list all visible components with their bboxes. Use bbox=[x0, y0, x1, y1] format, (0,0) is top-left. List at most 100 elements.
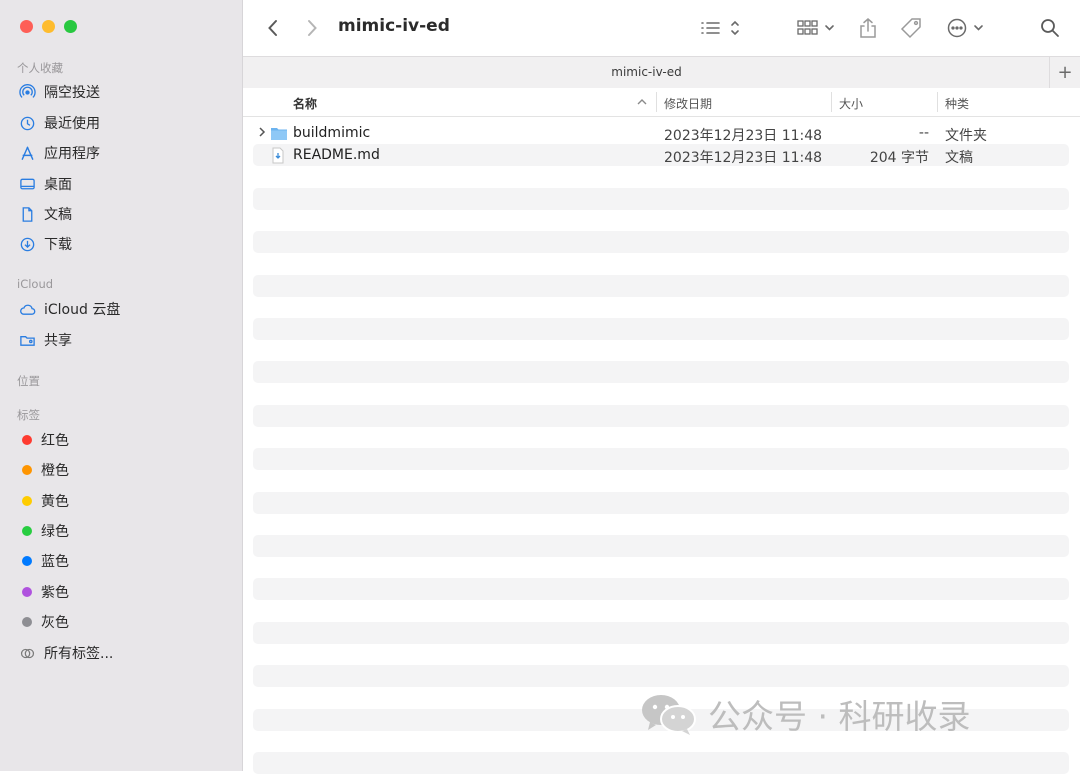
file-date: 2023年12月23日 11:48 bbox=[664, 128, 823, 144]
window-title: mimic-iv-ed bbox=[338, 16, 450, 36]
file-size: 204 字节 bbox=[869, 150, 929, 166]
shared-folder-icon bbox=[18, 331, 36, 349]
sidebar-item-label: 共享 bbox=[44, 333, 72, 349]
sidebar-item-icloud-drive[interactable]: iCloud 云盘 bbox=[18, 296, 120, 322]
yellow-tag-dot-icon bbox=[22, 496, 32, 506]
empty-row-stripe bbox=[253, 231, 1069, 253]
column-header-date[interactable]: 修改日期 bbox=[664, 95, 712, 112]
search-button[interactable] bbox=[1038, 14, 1062, 42]
document-icon bbox=[18, 205, 36, 223]
sort-ascending-chevron-icon bbox=[637, 99, 647, 105]
empty-row-stripe bbox=[253, 665, 1069, 687]
wechat-icon bbox=[642, 695, 696, 735]
sidebar: 个人收藏 隔空投送 最近使用 应用程序 桌面 文稿 下载 iCloud iClo… bbox=[0, 0, 243, 771]
file-size: -- bbox=[918, 125, 929, 141]
sidebar-item-label: 应用程序 bbox=[44, 146, 100, 162]
table-row[interactable]: buildmimic 2023年12月23日 11:48 -- 文件夹 bbox=[253, 122, 1069, 144]
all-tags-icon bbox=[18, 644, 36, 662]
sidebar-item-label: 灰色 bbox=[41, 615, 69, 631]
table-row[interactable]: README.md 2023年12月23日 11:48 204 字节 文稿 bbox=[253, 144, 1069, 166]
ellipsis-circle-icon bbox=[947, 18, 983, 38]
favorites-header: 个人收藏 bbox=[17, 61, 63, 75]
empty-row-stripe bbox=[253, 622, 1069, 644]
new-tab-button[interactable]: + bbox=[1049, 57, 1080, 88]
empty-row-stripe bbox=[253, 405, 1069, 427]
group-button[interactable] bbox=[796, 14, 838, 42]
empty-row-stripe bbox=[253, 578, 1069, 600]
sidebar-all-tags[interactable]: 所有标签... bbox=[18, 640, 113, 666]
sidebar-item-label: 紫色 bbox=[41, 585, 69, 601]
sidebar-tag-red[interactable]: 红色 bbox=[18, 427, 69, 453]
sidebar-item-label: 所有标签... bbox=[44, 646, 114, 662]
column-separator[interactable] bbox=[937, 92, 938, 112]
gray-tag-dot-icon bbox=[22, 617, 32, 627]
tag-button[interactable] bbox=[898, 14, 924, 42]
sidebar-tag-orange[interactable]: 橙色 bbox=[18, 457, 69, 483]
column-header-size[interactable]: 大小 bbox=[839, 95, 863, 112]
sidebar-tag-green[interactable]: 绿色 bbox=[18, 518, 69, 544]
tab-bar: mimic-iv-ed + bbox=[243, 56, 1080, 89]
file-name: buildmimic bbox=[293, 125, 371, 141]
grid-group-icon bbox=[797, 20, 834, 35]
watermark-text: 公众号 · 科研收录 bbox=[708, 697, 971, 736]
sidebar-item-applications[interactable]: 应用程序 bbox=[18, 140, 100, 166]
minimize-window-button[interactable] bbox=[42, 20, 55, 33]
empty-row-stripe bbox=[253, 361, 1069, 383]
column-separator[interactable] bbox=[831, 92, 832, 112]
sidebar-item-documents[interactable]: 文稿 bbox=[18, 201, 72, 227]
sidebar-item-shared[interactable]: 共享 bbox=[18, 327, 72, 353]
tab-mimic-iv-ed[interactable]: mimic-iv-ed bbox=[243, 65, 1050, 79]
empty-row-stripe bbox=[253, 188, 1069, 210]
empty-row-stripe bbox=[253, 448, 1069, 470]
orange-tag-dot-icon bbox=[22, 465, 32, 475]
file-name: README.md bbox=[293, 147, 380, 163]
sidebar-item-downloads[interactable]: 下载 bbox=[18, 231, 72, 257]
chevron-right-icon bbox=[308, 20, 317, 36]
tags-header: 标签 bbox=[17, 408, 40, 422]
empty-row-stripe bbox=[253, 492, 1069, 514]
view-list-button[interactable] bbox=[698, 14, 742, 42]
sidebar-item-airdrop[interactable]: 隔空投送 bbox=[18, 79, 100, 105]
column-header-kind[interactable]: 种类 bbox=[945, 95, 969, 112]
file-kind: 文稿 bbox=[945, 150, 973, 166]
red-tag-dot-icon bbox=[22, 435, 32, 445]
column-header-name[interactable]: 名称 bbox=[293, 95, 317, 112]
download-icon bbox=[18, 235, 36, 253]
column-header-row: 名称 修改日期 大小 种类 bbox=[243, 88, 1080, 117]
sidebar-item-label: 文稿 bbox=[44, 207, 72, 223]
sidebar-item-label: 桌面 bbox=[44, 177, 72, 193]
sidebar-item-label: 黄色 bbox=[41, 494, 69, 510]
empty-row-stripe bbox=[253, 318, 1069, 340]
file-date: 2023年12月23日 11:48 bbox=[664, 150, 823, 166]
sidebar-item-label: 红色 bbox=[41, 433, 69, 449]
close-window-button[interactable] bbox=[20, 20, 33, 33]
empty-row-stripe bbox=[253, 535, 1069, 557]
sidebar-tag-gray[interactable]: 灰色 bbox=[18, 609, 69, 635]
green-tag-dot-icon bbox=[22, 526, 32, 536]
markdown-file-icon bbox=[272, 147, 284, 164]
sidebar-item-label: 绿色 bbox=[41, 524, 69, 540]
sidebar-item-label: iCloud 云盘 bbox=[44, 302, 121, 318]
sidebar-tag-purple[interactable]: 紫色 bbox=[18, 579, 69, 605]
sidebar-tag-yellow[interactable]: 黄色 bbox=[18, 488, 69, 514]
column-separator[interactable] bbox=[656, 92, 657, 112]
sidebar-item-label: 蓝色 bbox=[41, 554, 69, 570]
sidebar-item-label: 最近使用 bbox=[44, 116, 100, 132]
file-kind: 文件夹 bbox=[945, 128, 987, 144]
more-actions-button[interactable] bbox=[946, 14, 988, 42]
list-view-icon bbox=[701, 20, 739, 36]
sidebar-item-desktop[interactable]: 桌面 bbox=[18, 171, 72, 197]
tag-icon bbox=[900, 18, 921, 39]
forward-button[interactable] bbox=[300, 14, 324, 42]
sidebar-tag-blue[interactable]: 蓝色 bbox=[18, 548, 69, 574]
sidebar-item-recents[interactable]: 最近使用 bbox=[18, 110, 100, 136]
share-button[interactable] bbox=[856, 14, 880, 42]
blue-tag-dot-icon bbox=[22, 556, 32, 566]
back-button[interactable] bbox=[261, 14, 285, 42]
share-icon bbox=[860, 18, 876, 38]
sidebar-item-label: 下载 bbox=[44, 237, 72, 253]
search-icon bbox=[1041, 19, 1059, 37]
window-controls bbox=[20, 20, 77, 33]
zoom-window-button[interactable] bbox=[64, 20, 77, 33]
applications-icon bbox=[18, 144, 36, 162]
